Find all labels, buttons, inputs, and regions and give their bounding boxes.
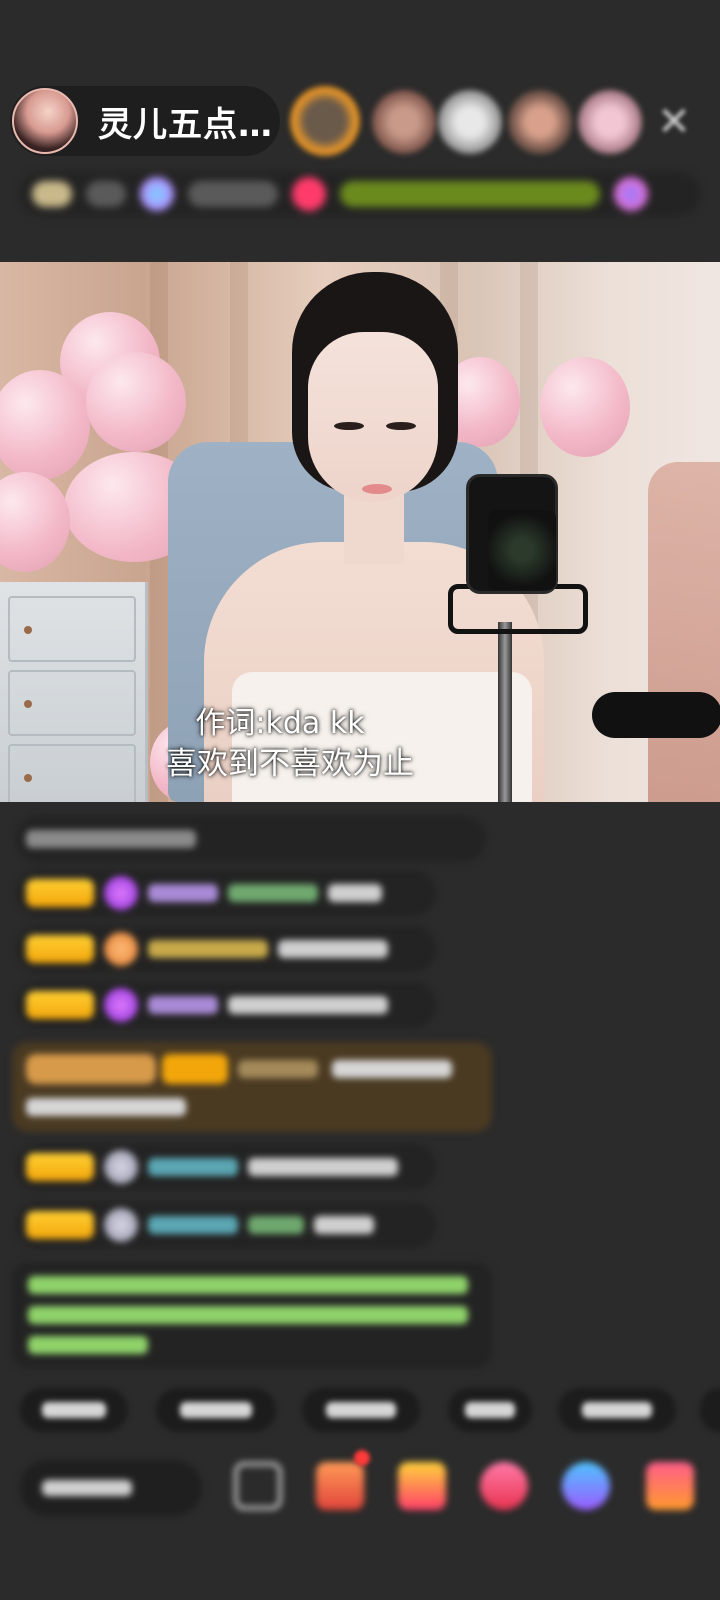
quick-reply-chip-3[interactable] bbox=[302, 1388, 420, 1432]
quick-reply-chip-1[interactable] bbox=[20, 1388, 128, 1432]
announcement-text[interactable] bbox=[340, 181, 600, 207]
chat-message[interactable] bbox=[16, 1202, 436, 1248]
level-badge bbox=[26, 1211, 94, 1239]
treasure-icon[interactable] bbox=[398, 1462, 446, 1510]
close-icon[interactable]: ✕ bbox=[652, 100, 696, 144]
chat-message[interactable] bbox=[16, 816, 486, 862]
host-name[interactable]: 灵儿五点… bbox=[98, 97, 273, 146]
notification-dot bbox=[354, 1450, 370, 1466]
heart-gift-icon[interactable] bbox=[480, 1462, 528, 1510]
live-video-stream[interactable]: 作词:kda kk 喜欢到不喜欢为止 bbox=[0, 262, 720, 802]
room-info-bar[interactable] bbox=[20, 172, 700, 216]
system-notice-message[interactable] bbox=[12, 1262, 492, 1368]
chat-message[interactable] bbox=[16, 926, 436, 972]
quick-reply-chip-5[interactable] bbox=[558, 1388, 676, 1432]
more-apps-icon[interactable] bbox=[646, 1462, 694, 1510]
quick-reply-chip-4[interactable] bbox=[448, 1388, 532, 1432]
heat-icon bbox=[140, 177, 174, 211]
level-badge bbox=[26, 991, 94, 1019]
host-avatar[interactable] bbox=[12, 88, 78, 154]
top-viewer-avatar-1[interactable] bbox=[290, 86, 360, 156]
chat-message[interactable] bbox=[16, 1144, 436, 1190]
level-badge bbox=[26, 1153, 94, 1181]
quick-reply-chip-2[interactable] bbox=[156, 1388, 276, 1432]
highlighted-chat-message[interactable] bbox=[12, 1042, 492, 1132]
top-viewer-avatar-3[interactable] bbox=[438, 90, 502, 154]
quick-reply-chip-6[interactable] bbox=[700, 1388, 720, 1432]
emoji-icon[interactable] bbox=[234, 1462, 282, 1510]
top-viewer-avatar-2[interactable] bbox=[372, 90, 436, 154]
level-badge bbox=[26, 879, 94, 907]
diamond-icon bbox=[104, 988, 138, 1022]
chat-input[interactable] bbox=[20, 1460, 202, 1516]
flame-icon bbox=[104, 932, 138, 966]
user-avatar bbox=[104, 1150, 138, 1184]
rank-text bbox=[86, 181, 126, 207]
lyric-line-2: 喜欢到不喜欢为止 bbox=[166, 746, 414, 782]
game-icon[interactable] bbox=[562, 1462, 610, 1510]
diamond-icon bbox=[104, 876, 138, 910]
host-info-pill[interactable]: 灵儿五点… bbox=[10, 86, 280, 156]
level-badge bbox=[26, 935, 94, 963]
follow-button[interactable] bbox=[292, 177, 326, 211]
top-viewer-avatar-4[interactable] bbox=[508, 90, 572, 154]
chat-message[interactable] bbox=[16, 982, 436, 1028]
streamer-face bbox=[308, 332, 438, 502]
gift-box-icon[interactable] bbox=[316, 1462, 364, 1510]
user-avatar bbox=[104, 1208, 138, 1242]
rank-icon bbox=[32, 181, 72, 207]
chat-message[interactable] bbox=[16, 870, 436, 916]
fan-club-icon[interactable] bbox=[614, 177, 648, 211]
heat-text bbox=[188, 181, 278, 207]
top-viewer-avatar-5[interactable] bbox=[578, 90, 642, 154]
lyric-line-1: 作词:kda kk bbox=[195, 706, 365, 741]
